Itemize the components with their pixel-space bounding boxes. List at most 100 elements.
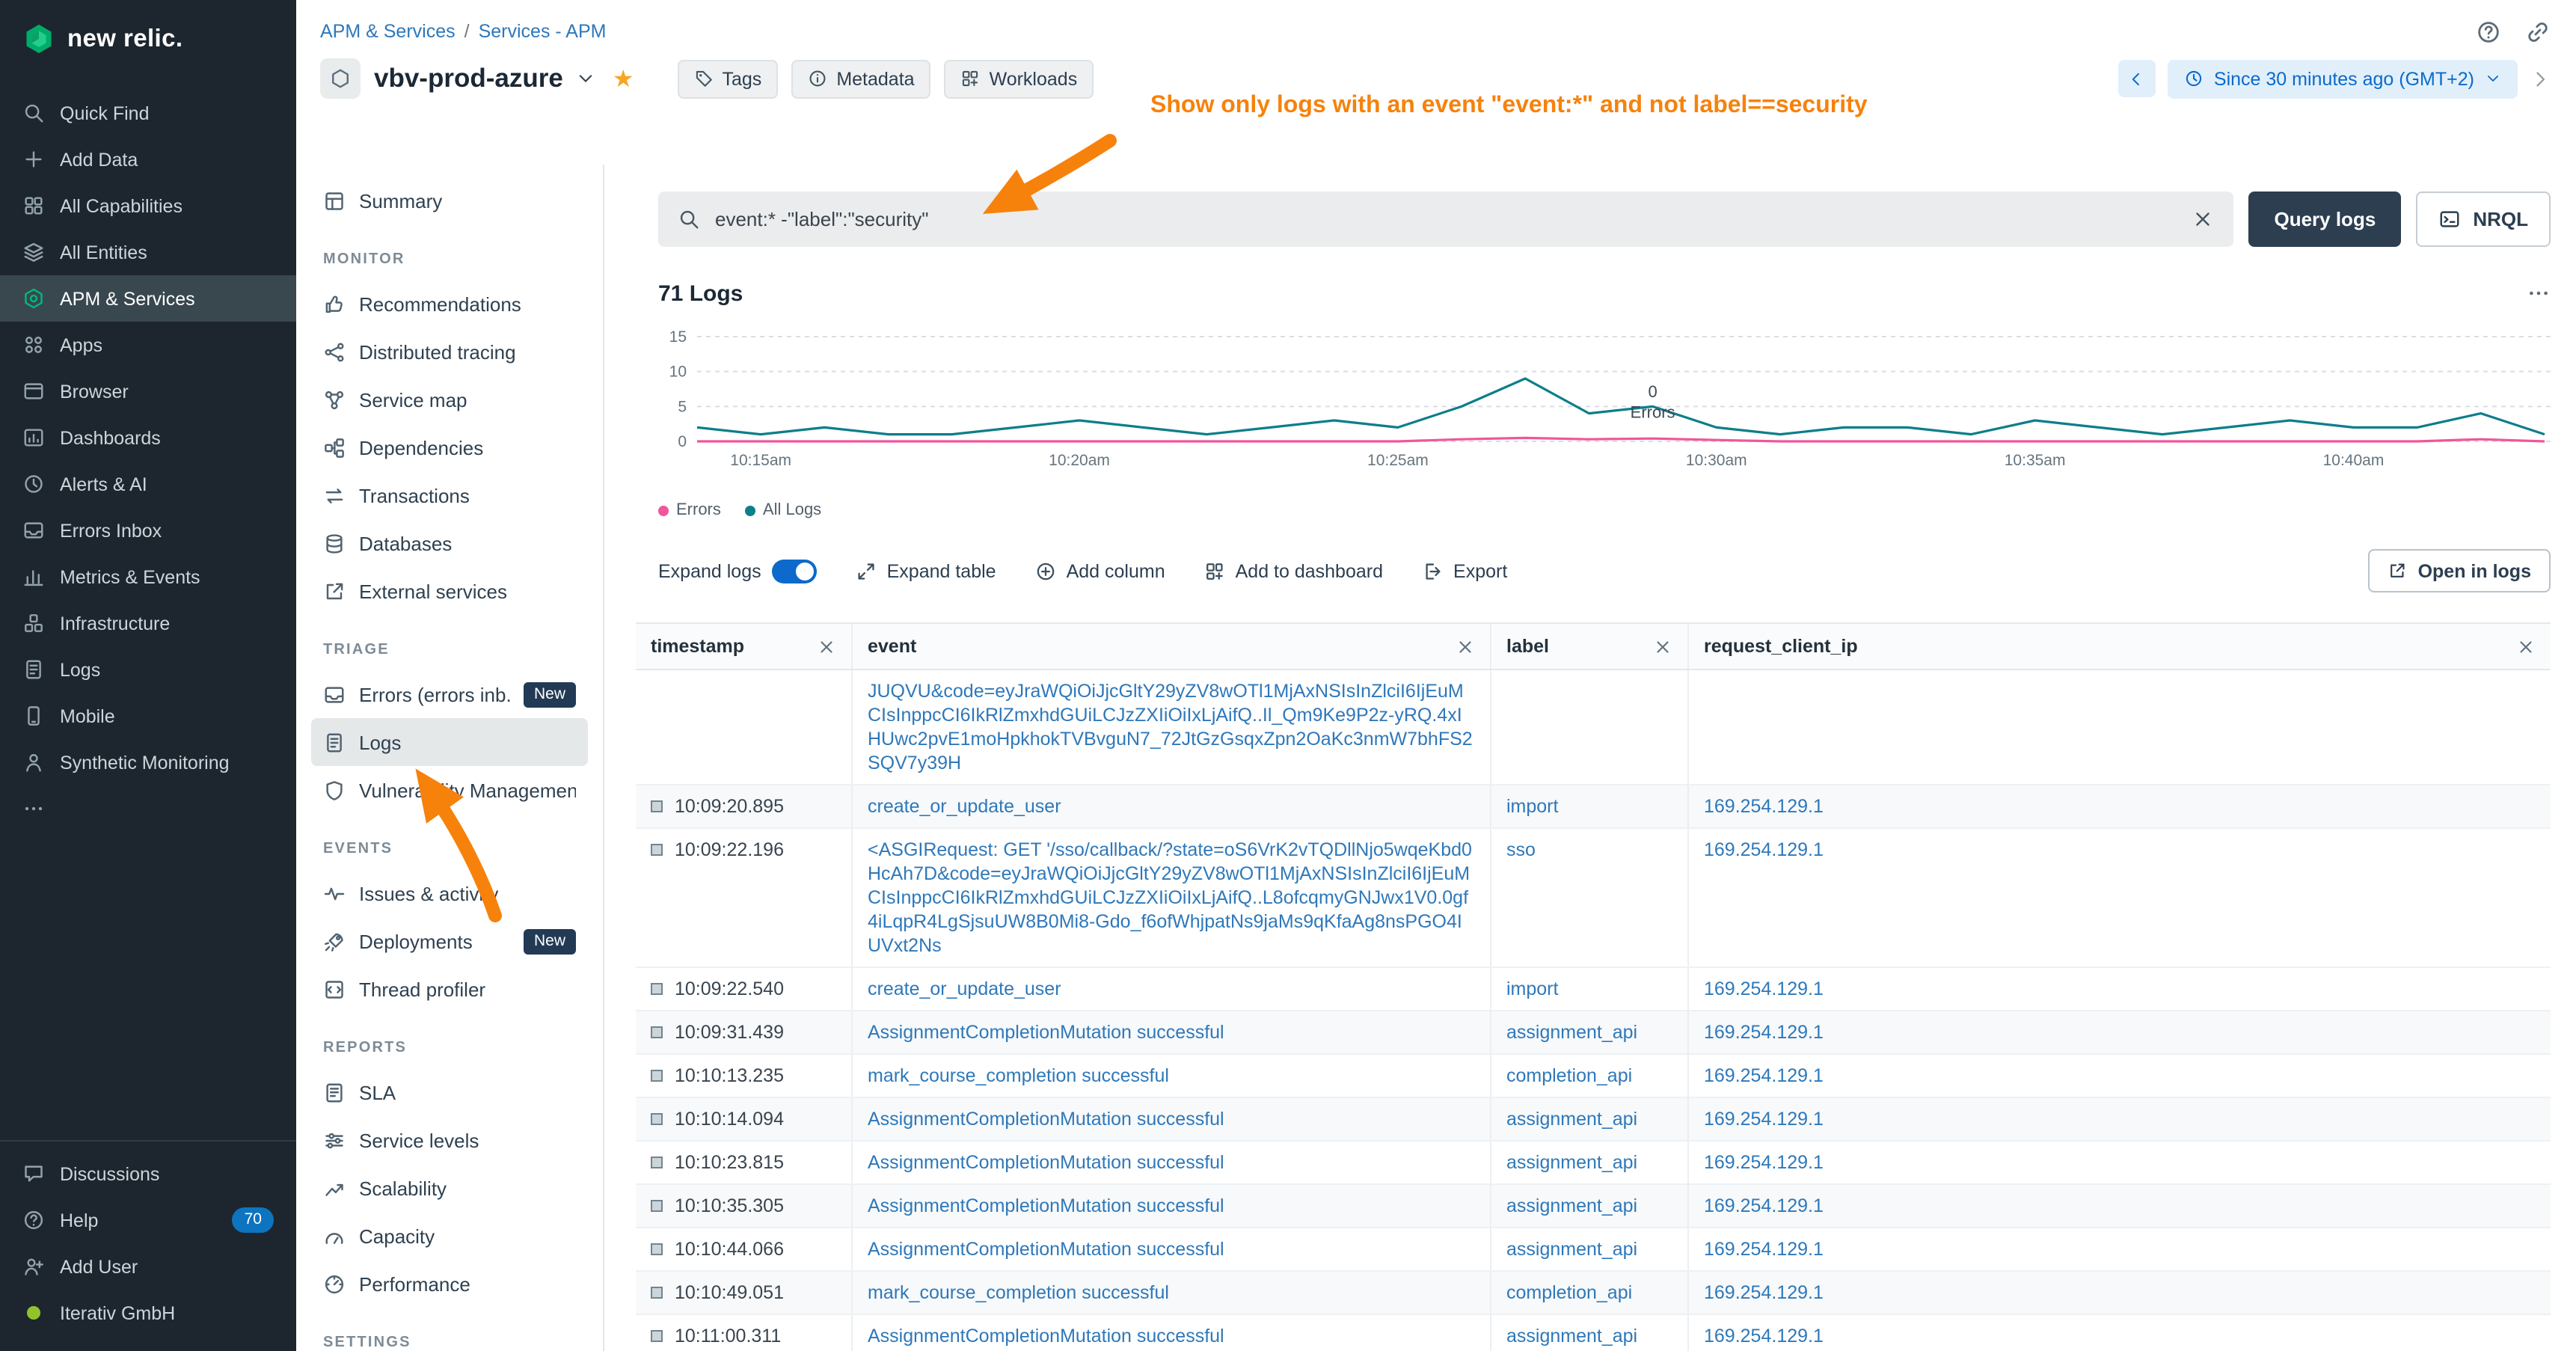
sidebar-item-add-user[interactable]: Add User	[0, 1243, 296, 1290]
ip-link[interactable]: 169.254.129.1	[1704, 1195, 1824, 1216]
remove-label-column-icon[interactable]	[1653, 637, 1672, 656]
event-link[interactable]: AssignmentCompletionMutation successful	[868, 1326, 1224, 1347]
column-header-label[interactable]: label	[1490, 624, 1687, 669]
sidebar-item-issues-activity[interactable]: Issues & activity	[311, 869, 588, 917]
sidebar-item-deployments[interactable]: DeploymentsNew	[311, 917, 588, 965]
nrql-button[interactable]: NRQL	[2416, 192, 2551, 247]
sidebar-item-more[interactable]	[0, 785, 296, 832]
sidebar-item-synthetic-monitoring[interactable]: Synthetic Monitoring	[0, 739, 296, 785]
newrelic-logo[interactable]: new relic.	[0, 0, 296, 78]
ip-link[interactable]: 169.254.129.1	[1704, 978, 1824, 999]
sidebar-item-infrastructure[interactable]: Infrastructure	[0, 600, 296, 646]
sidebar-item-help[interactable]: Help70	[0, 1197, 296, 1243]
label-link[interactable]: import	[1506, 796, 1558, 817]
entity-switcher-chevron-icon[interactable]	[577, 69, 596, 88]
open-in-logs-button[interactable]: Open in logs	[2369, 549, 2551, 592]
sidebar-item-logs[interactable]: Logs	[311, 718, 588, 766]
event-link[interactable]: create_or_update_user	[868, 978, 1061, 999]
expand-logs-control[interactable]: Expand logs	[658, 559, 817, 583]
event-link[interactable]: AssignmentCompletionMutation successful	[868, 1109, 1224, 1130]
table-row[interactable]: 10:09:22.540create_or_update_userimport1…	[636, 968, 2551, 1011]
breadcrumb-apm-services[interactable]: APM & Services	[320, 21, 456, 42]
time-back-button[interactable]	[2118, 60, 2156, 97]
event-link[interactable]: mark_course_completion successful	[868, 1282, 1169, 1303]
sidebar-item-scalability[interactable]: Scalability	[311, 1164, 588, 1212]
sidebar-item-errors-inbox[interactable]: Errors Inbox	[0, 507, 296, 554]
label-link[interactable]: import	[1506, 978, 1558, 999]
sidebar-item-dashboards[interactable]: Dashboards	[0, 414, 296, 461]
event-link[interactable]: mark_course_completion successful	[868, 1065, 1169, 1086]
column-header-event[interactable]: event	[851, 624, 1490, 669]
label-link[interactable]: completion_api	[1506, 1065, 1632, 1086]
query-logs-button[interactable]: Query logs	[2248, 192, 2401, 247]
sidebar-item-iterativ-gmbh[interactable]: Iterativ GmbH	[0, 1290, 296, 1336]
sidebar-item-apps[interactable]: Apps	[0, 322, 296, 368]
table-row[interactable]: 10:09:22.196<ASGIRequest: GET '/sso/call…	[636, 829, 2551, 968]
event-link[interactable]: create_or_update_user	[868, 796, 1061, 817]
remove-event-column-icon[interactable]	[1456, 637, 1475, 656]
help-circle-icon[interactable]	[2476, 19, 2501, 44]
sidebar-item-all-capabilities[interactable]: All Capabilities	[0, 183, 296, 229]
clear-query-icon[interactable]	[2192, 208, 2214, 230]
table-row[interactable]: 10:09:31.439AssignmentCompletionMutation…	[636, 1011, 2551, 1055]
label-link[interactable]: completion_api	[1506, 1282, 1632, 1303]
sidebar-item-databases[interactable]: Databases	[311, 519, 588, 567]
chip-workloads[interactable]: Workloads	[945, 59, 1094, 98]
expand-logs-toggle[interactable]	[772, 559, 817, 583]
time-picker[interactable]: Since 30 minutes ago (GMT+2)	[2168, 59, 2518, 98]
sidebar-item-browser[interactable]: Browser	[0, 368, 296, 414]
column-header-timestamp[interactable]: timestamp	[636, 624, 851, 669]
event-link[interactable]: AssignmentCompletionMutation successful	[868, 1195, 1224, 1216]
sidebar-item-all-entities[interactable]: All Entities	[0, 229, 296, 275]
permalink-icon[interactable]	[2525, 19, 2551, 44]
breadcrumb-services-apm[interactable]: Services - APM	[479, 21, 607, 42]
sidebar-item-recommendations[interactable]: Recommendations	[311, 280, 588, 328]
label-link[interactable]: assignment_api	[1506, 1326, 1637, 1347]
remove-timestamp-column-icon[interactable]	[817, 637, 836, 656]
table-row[interactable]: 10:10:13.235mark_course_completion succe…	[636, 1055, 2551, 1098]
table-row[interactable]: 10:10:35.305AssignmentCompletionMutation…	[636, 1185, 2551, 1228]
table-row[interactable]: 10:10:14.094AssignmentCompletionMutation…	[636, 1098, 2551, 1142]
ip-link[interactable]: 169.254.129.1	[1704, 1065, 1824, 1086]
sidebar-item-logs[interactable]: Logs	[0, 646, 296, 693]
chip-metadata[interactable]: Metadata	[791, 59, 930, 98]
chart-options-icon[interactable]	[2527, 281, 2551, 305]
sidebar-item-mobile[interactable]: Mobile	[0, 693, 296, 739]
sidebar-item-alerts-ai[interactable]: Alerts & AI	[0, 461, 296, 507]
label-link[interactable]: assignment_api	[1506, 1152, 1637, 1173]
sidebar-item-external-services[interactable]: External services	[311, 567, 588, 615]
event-link[interactable]: <ASGIRequest: GET '/sso/callback/?state=…	[868, 839, 1472, 956]
label-link[interactable]: assignment_api	[1506, 1109, 1637, 1130]
label-link[interactable]: assignment_api	[1506, 1022, 1637, 1043]
event-link[interactable]: AssignmentCompletionMutation successful	[868, 1152, 1224, 1173]
remove-ip-column-icon[interactable]	[2516, 637, 2536, 656]
sidebar-item-service-levels[interactable]: Service levels	[311, 1116, 588, 1164]
ip-link[interactable]: 169.254.129.1	[1704, 1109, 1824, 1130]
sidebar-item-errors-errors-inb[interactable]: Errors (errors inb...New	[311, 670, 588, 718]
sidebar-item-thread-profiler[interactable]: Thread profiler	[311, 965, 588, 1013]
sidebar-item-distributed-tracing[interactable]: Distributed tracing	[311, 328, 588, 376]
sidebar-item-performance[interactable]: Performance	[311, 1260, 588, 1308]
sidebar-item-dependencies[interactable]: Dependencies	[311, 423, 588, 471]
table-row[interactable]: 10:09:20.895create_or_update_userimport1…	[636, 785, 2551, 829]
table-row[interactable]: 10:10:44.066AssignmentCompletionMutation…	[636, 1228, 2551, 1272]
ip-link[interactable]: 169.254.129.1	[1704, 839, 1824, 860]
table-row[interactable]: JUQVU&code=eyJraWQiOiJjcGltY29yZV8wOTl1M…	[636, 670, 2551, 785]
sidebar-item-add-data[interactable]: Add Data	[0, 136, 296, 183]
ip-link[interactable]: 169.254.129.1	[1704, 1022, 1824, 1043]
label-link[interactable]: assignment_api	[1506, 1239, 1637, 1260]
event-link[interactable]: JUQVU&code=eyJraWQiOiJjcGltY29yZV8wOTl1M…	[868, 681, 1473, 773]
sidebar-item-discussions[interactable]: Discussions	[0, 1151, 296, 1197]
time-forward-icon[interactable]	[2530, 68, 2551, 89]
label-link[interactable]: sso	[1506, 839, 1536, 860]
event-link[interactable]: AssignmentCompletionMutation successful	[868, 1022, 1224, 1043]
legend-all-logs[interactable]: All Logs	[745, 501, 821, 519]
sidebar-item-transactions[interactable]: Transactions	[311, 471, 588, 519]
query-text[interactable]: event:* -"label":"security"	[715, 208, 2177, 230]
event-link[interactable]: AssignmentCompletionMutation successful	[868, 1239, 1224, 1260]
sidebar-item-vulnerability-management[interactable]: Vulnerability Management	[311, 766, 588, 814]
sidebar-item-service-map[interactable]: Service map	[311, 376, 588, 423]
favorite-star-icon[interactable]: ★	[613, 64, 634, 94]
legend-errors[interactable]: Errors	[658, 501, 721, 519]
sidebar-item-summary[interactable]: Summary	[311, 177, 588, 224]
